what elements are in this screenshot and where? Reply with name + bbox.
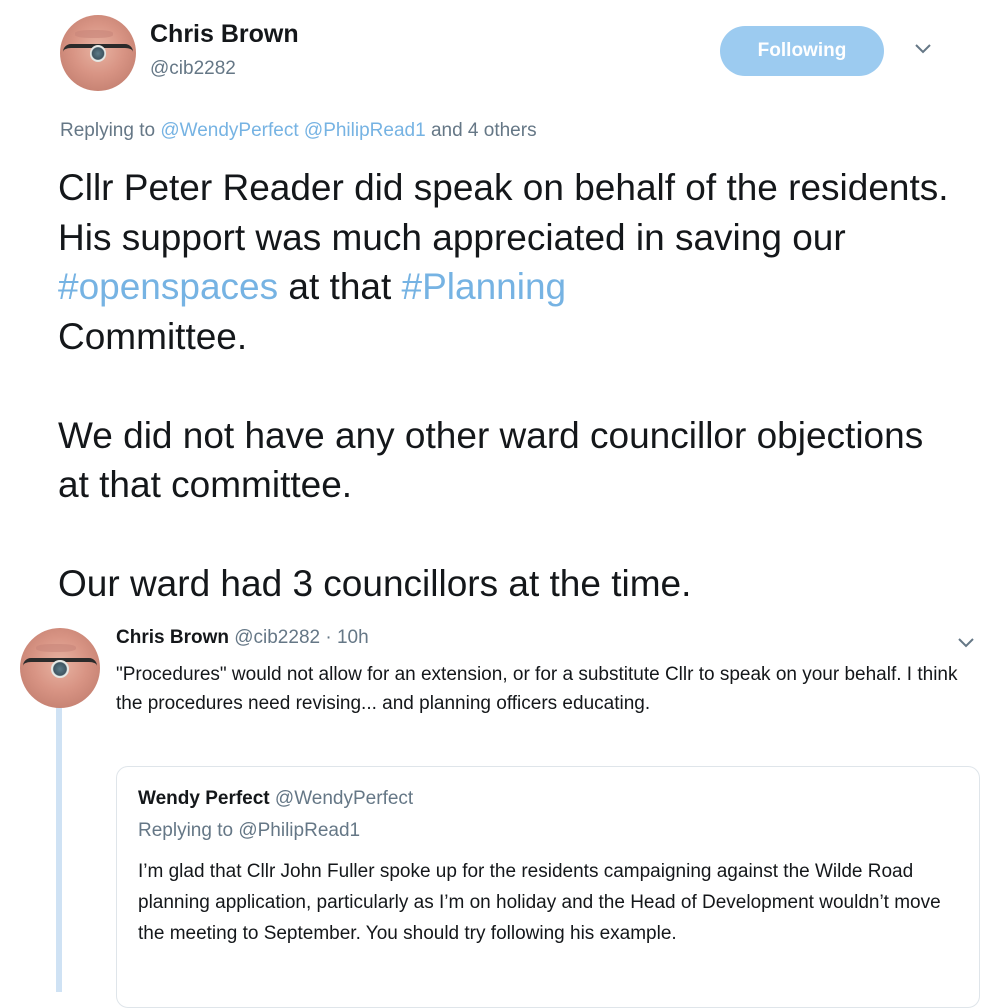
quoted-tweet-text: I’m glad that Cllr John Fuller spoke up … [138,861,941,944]
reply-author-avatar[interactable] [20,628,100,708]
avatar-detail [36,644,76,652]
reply-header: Chris Brown @cib2282 · 10h [116,627,369,649]
hashtag-link[interactable]: #openspaces [58,266,278,307]
thread-line [56,702,62,992]
reply-timestamp[interactable]: 10h [337,627,369,648]
tweet-text-segment: Cllr Peter Reader did speak on behalf of… [58,167,949,258]
tweet-text-segment: at that [278,266,402,307]
chevron-down-icon[interactable] [912,38,934,60]
mention-link[interactable]: @WendyPerfect [160,120,298,141]
tweet-text-segment: Committee. [58,315,248,357]
tweet-paragraph: We did not have any other ward councillo… [58,414,924,506]
tweet-paragraph: Our ward had 3 councillors at the time. [58,563,692,604]
replying-to: Replying to @WendyPerfect @PhilipRead1 a… [60,120,537,142]
avatar-detail [51,660,69,678]
replying-prefix: Replying to [60,120,156,141]
author-name[interactable]: Chris Brown [150,20,299,49]
reply-text: "Procedures" would not allow for an exte… [116,664,958,714]
mention-link[interactable]: @PhilipRead1 [304,120,426,141]
quoted-author-handle: @WendyPerfect [274,788,414,809]
separator: · [325,627,332,648]
chevron-down-icon[interactable] [956,632,976,652]
reply-author-handle[interactable]: @cib2282 [234,627,320,648]
tweet-text: Cllr Peter Reader did speak on behalf of… [58,163,958,609]
reply-author-name[interactable]: Chris Brown [116,627,229,648]
quoted-author-name: Wendy Perfect [138,788,270,809]
author-handle[interactable]: @cib2282 [150,58,236,80]
tweet-paragraph: Cllr Peter Reader did speak on behalf of… [58,163,958,361]
author-avatar[interactable] [60,15,136,91]
replying-others[interactable]: and 4 others [431,120,537,141]
quoted-replying-to: Replying to @PhilipRead1 [138,820,361,841]
avatar-detail [75,30,114,38]
following-button[interactable]: Following [720,26,884,76]
hashtag-link[interactable]: #Planning [402,266,567,307]
quoted-tweet-header: Wendy Perfect @WendyPerfect [138,788,413,810]
